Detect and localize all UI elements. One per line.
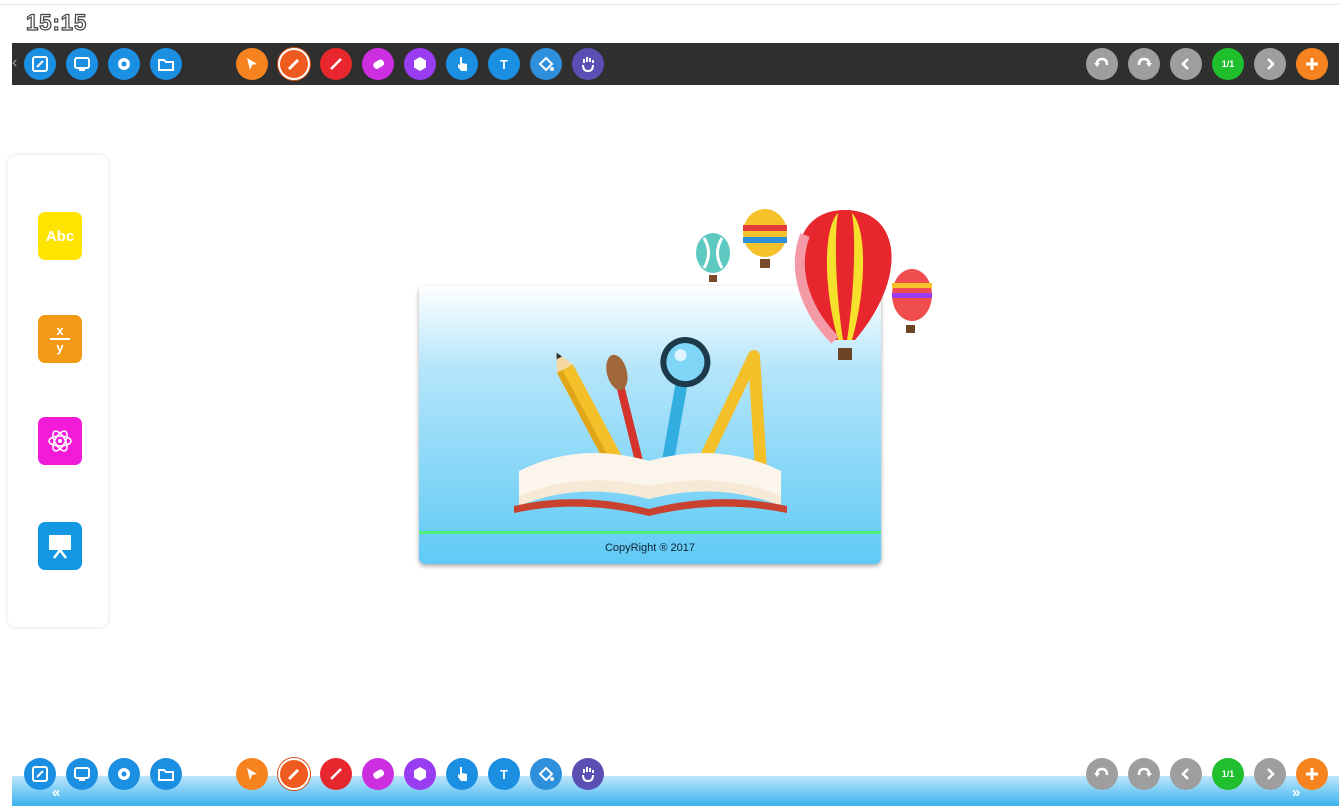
top-text-button[interactable]: T [488,48,520,80]
hand-pointer-icon [453,55,471,73]
line-icon [327,55,345,73]
settings-icon [115,765,133,783]
bottom-toolbar: « » T 1/1 [12,758,1339,806]
bottom-settings-button[interactable] [108,758,140,790]
screen-icon [73,55,91,73]
fraction-top: x [56,323,64,338]
text-icon: T [500,766,508,782]
add-page-icon [1303,765,1321,783]
bottom-shape-button[interactable] [404,758,436,790]
redo-icon [1135,55,1153,73]
page-indicator-label: 1/1 [1221,59,1235,69]
subject-sidebar: Abc x y [8,155,108,627]
page-indicator-label: 1/1 [1221,769,1235,779]
top-hand-pointer-button[interactable] [446,48,478,80]
fill-icon [537,55,555,73]
top-folder-button[interactable] [150,48,182,80]
next-page-icon [1261,55,1279,73]
bottom-palm-button[interactable] [572,758,604,790]
edit-icon [31,55,49,73]
top-redo-button[interactable] [1128,48,1160,80]
top-eraser-button[interactable] [362,48,394,80]
pen-icon [285,765,303,783]
edit-icon [31,765,49,783]
prev-page-icon [1177,765,1195,783]
pen-icon [285,55,303,73]
top-page-indicator-button[interactable]: 1/1 [1212,48,1244,80]
top-edit-button[interactable] [24,48,56,80]
top-undo-button[interactable] [1086,48,1118,80]
bottom-redo-button[interactable] [1128,758,1160,790]
collapse-left-icon[interactable]: « [52,784,60,801]
top-select-button[interactable] [236,48,268,80]
bottom-page-indicator-button[interactable]: 1/1 [1212,758,1244,790]
select-icon [243,55,261,73]
screen-icon [73,765,91,783]
math-button[interactable]: x y [38,315,82,363]
science-button[interactable] [38,417,82,465]
top-fill-button[interactable] [530,48,562,80]
top-pen-button[interactable] [278,48,310,80]
bottom-text-button[interactable]: T [488,758,520,790]
top-settings-button[interactable] [108,48,140,80]
language-button[interactable]: Abc [38,212,82,260]
atom-icon [48,430,72,452]
top-line-button[interactable] [320,48,352,80]
bottom-fill-button[interactable] [530,758,562,790]
bottom-screen-button[interactable] [66,758,98,790]
top-screen-button[interactable] [66,48,98,80]
bottom-pen-button[interactable] [278,758,310,790]
bottom-select-button[interactable] [236,758,268,790]
prev-page-icon [1177,55,1195,73]
undo-icon [1093,55,1111,73]
top-border [0,4,1339,5]
next-page-icon [1261,765,1279,783]
folder-icon [157,765,175,783]
top-prev-page-button[interactable] [1170,48,1202,80]
top-shape-button[interactable] [404,48,436,80]
whiteboard-icon [49,535,71,559]
top-palm-button[interactable] [572,48,604,80]
fill-icon [537,765,555,783]
collapse-right-icon[interactable]: » [1292,784,1300,801]
top-next-page-button[interactable] [1254,48,1286,80]
eraser-icon [369,765,387,783]
settings-icon [115,55,133,73]
scroll-left-icon[interactable]: ‹ [12,54,17,72]
bottom-undo-button[interactable] [1086,758,1118,790]
palm-icon [579,55,597,73]
bottom-folder-button[interactable] [150,758,182,790]
bottom-prev-page-button[interactable] [1170,758,1202,790]
bottom-line-button[interactable] [320,758,352,790]
copyright-text: CopyRight ® 2017 [604,542,696,554]
eraser-icon [369,55,387,73]
line-icon [327,765,345,783]
shape-icon [411,765,429,783]
fraction-bottom: y [56,340,64,355]
redo-icon [1135,765,1153,783]
divider-line [419,531,881,534]
select-icon [243,765,261,783]
top-add-page-button[interactable] [1296,48,1328,80]
hand-pointer-icon [453,765,471,783]
palm-icon [579,765,597,783]
bottom-hand-pointer-button[interactable] [446,758,478,790]
folder-icon [157,55,175,73]
balloons-illustration [696,209,932,360]
bottom-eraser-button[interactable] [362,758,394,790]
abc-label: Abc [45,227,75,245]
text-icon: T [500,56,508,72]
bottom-edit-button[interactable] [24,758,56,790]
undo-icon [1093,765,1111,783]
shape-icon [411,55,429,73]
clock: 15:15 [25,9,88,35]
bottom-next-page-button[interactable] [1254,758,1286,790]
add-page-icon [1303,55,1321,73]
bottom-add-page-button[interactable] [1296,758,1328,790]
top-toolbar: ‹ T 1/1 [12,43,1339,85]
blackboard-button[interactable] [38,522,82,570]
